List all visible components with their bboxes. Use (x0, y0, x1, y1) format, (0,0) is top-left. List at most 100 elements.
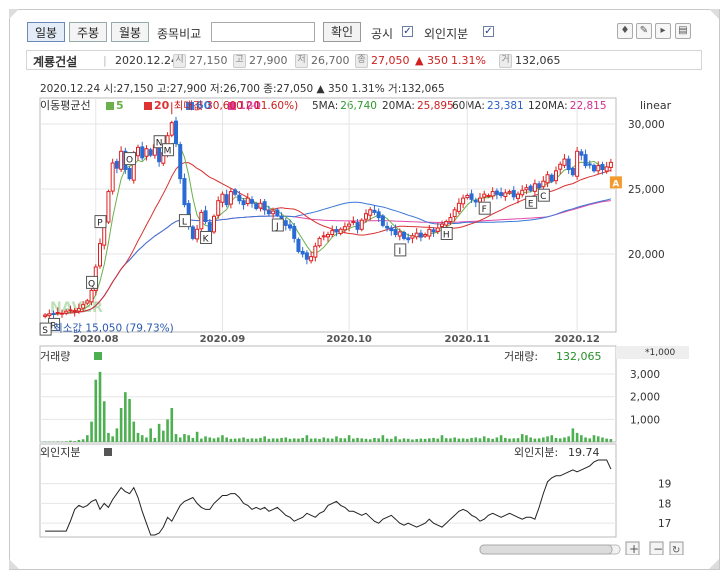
volume-bar (520, 434, 524, 442)
volume-bar (529, 437, 532, 442)
candle-body (266, 210, 271, 215)
candle-body (376, 211, 381, 219)
volume-bar (221, 435, 224, 442)
volume-bar (322, 437, 326, 442)
close-value: 27,050 (371, 54, 410, 67)
candle-body (228, 191, 233, 205)
scrollbar-thumb[interactable] (479, 544, 613, 555)
candle-body (511, 190, 516, 198)
compare-input[interactable] (211, 22, 315, 42)
candle-body (575, 150, 580, 177)
reset-button[interactable]: ↻ (669, 541, 684, 555)
disclosure-marker-f[interactable]: F (478, 201, 491, 215)
candle-body (262, 201, 267, 211)
candle-body (254, 203, 259, 209)
candle-body (43, 314, 48, 317)
volume-tick-label: 3,000 (630, 369, 660, 381)
tab-monthly[interactable]: 월봉 (111, 22, 149, 42)
volume-bar (90, 421, 93, 442)
disclosure-marker-s[interactable]: S (39, 322, 52, 336)
candle-body (182, 178, 187, 206)
volume-bar (482, 436, 486, 442)
candle-body (359, 219, 364, 230)
pencil-icon[interactable]: ✎ (636, 23, 652, 39)
confirm-button[interactable]: 확인 (323, 22, 361, 42)
disclosure-marker-letter: H (443, 231, 450, 241)
cursor-icon[interactable]: ▸ (655, 23, 671, 39)
candle-body (558, 163, 563, 170)
volume-bar (406, 438, 410, 442)
ma-legend-title: 이동평균선 (40, 99, 91, 112)
open-badge-icon: 시 (173, 54, 186, 68)
disclosure-marker-l[interactable]: L (178, 214, 191, 228)
candle-body (482, 193, 487, 198)
disclosure-marker-h[interactable]: H (440, 227, 453, 241)
bulb-icon[interactable]: ♦ (617, 23, 633, 39)
print-icon[interactable]: ▤ (675, 23, 691, 39)
tab-daily[interactable]: 일봉 (27, 22, 65, 42)
volume-bar (73, 441, 76, 442)
candle-body (448, 217, 453, 223)
zoom-in-button[interactable]: + (625, 541, 640, 555)
scrollbar[interactable] (479, 544, 621, 555)
volume-tick-label: 1,000 (630, 414, 660, 426)
zoom-out-button[interactable]: − (649, 541, 664, 555)
volume-bar (461, 438, 465, 442)
date-tick-label: 2020.08 (73, 334, 119, 345)
candle-body (545, 174, 550, 184)
disclosure-checkbox[interactable]: ✓ (402, 26, 413, 37)
volume-bar (563, 437, 566, 442)
disclosure-marker-i[interactable]: I (394, 243, 407, 257)
volume-bar (339, 438, 342, 442)
price-chart[interactable]: 2020.12.24 시:27,150 고:27,900 저:26,700 종:… (34, 82, 695, 555)
disclosure-marker-m[interactable]: M (162, 143, 175, 157)
candle-body (81, 304, 86, 309)
price-tick-label: 25,000 (628, 184, 665, 196)
candle-body (494, 190, 499, 195)
candle-body (351, 221, 356, 224)
volume-value: 132,065 (515, 54, 561, 67)
disclosure-markers[interactable]: PQRSONMLKJIHFECA (39, 135, 622, 336)
disclosure-marker-letter: S (42, 326, 48, 336)
disclosure-marker-j[interactable]: J (271, 218, 284, 232)
volume-bar (419, 438, 423, 442)
volume-bar (195, 431, 199, 442)
candle-body (566, 158, 571, 170)
candle-body (414, 232, 419, 238)
disclosure-marker-e[interactable]: E (525, 195, 538, 209)
current-marker-a[interactable]: A (609, 176, 622, 189)
candle-body (347, 223, 352, 227)
disclosure-marker-letter: J (275, 222, 279, 232)
volume-bar (288, 438, 292, 442)
tab-weekly[interactable]: 주봉 (69, 22, 107, 42)
foreign-checkbox[interactable]: ✓ (483, 26, 494, 37)
quote-divider: | (103, 54, 107, 67)
ma-legend-swatch (106, 102, 114, 110)
disclosure-marker-letter: M (164, 147, 172, 157)
volume-bar (128, 398, 131, 442)
candle-body (372, 209, 377, 213)
candle-body (596, 165, 601, 172)
disclosure-marker-letter: P (97, 219, 103, 229)
candle-body (486, 195, 491, 197)
candle-body (60, 312, 64, 315)
disclosure-marker-p[interactable]: P (94, 215, 107, 229)
candle-body (275, 209, 280, 216)
candle-body (300, 250, 305, 255)
candle-body (368, 209, 373, 216)
volume-bar (170, 408, 174, 442)
disclosure-marker-q[interactable]: Q (86, 275, 99, 289)
disclosure-marker-o[interactable]: O (124, 152, 137, 166)
volume-bar (233, 438, 237, 442)
candle-body (562, 158, 567, 166)
volume-bar (102, 401, 106, 442)
high-value: 27,900 (249, 54, 288, 67)
disclosure-marker-c[interactable]: C (537, 188, 550, 202)
quote-low: 저 26,700 (295, 54, 350, 68)
volume-bar (516, 438, 520, 442)
candle-body (233, 189, 238, 195)
foreign-label: 외인지분 (424, 27, 469, 41)
ma-values: 5MA: 26,740 20MA: 25,89560MA: 23,381 120MA: 22… (312, 100, 607, 112)
candle-body (326, 234, 330, 238)
disclosure-marker-k[interactable]: K (200, 231, 213, 245)
